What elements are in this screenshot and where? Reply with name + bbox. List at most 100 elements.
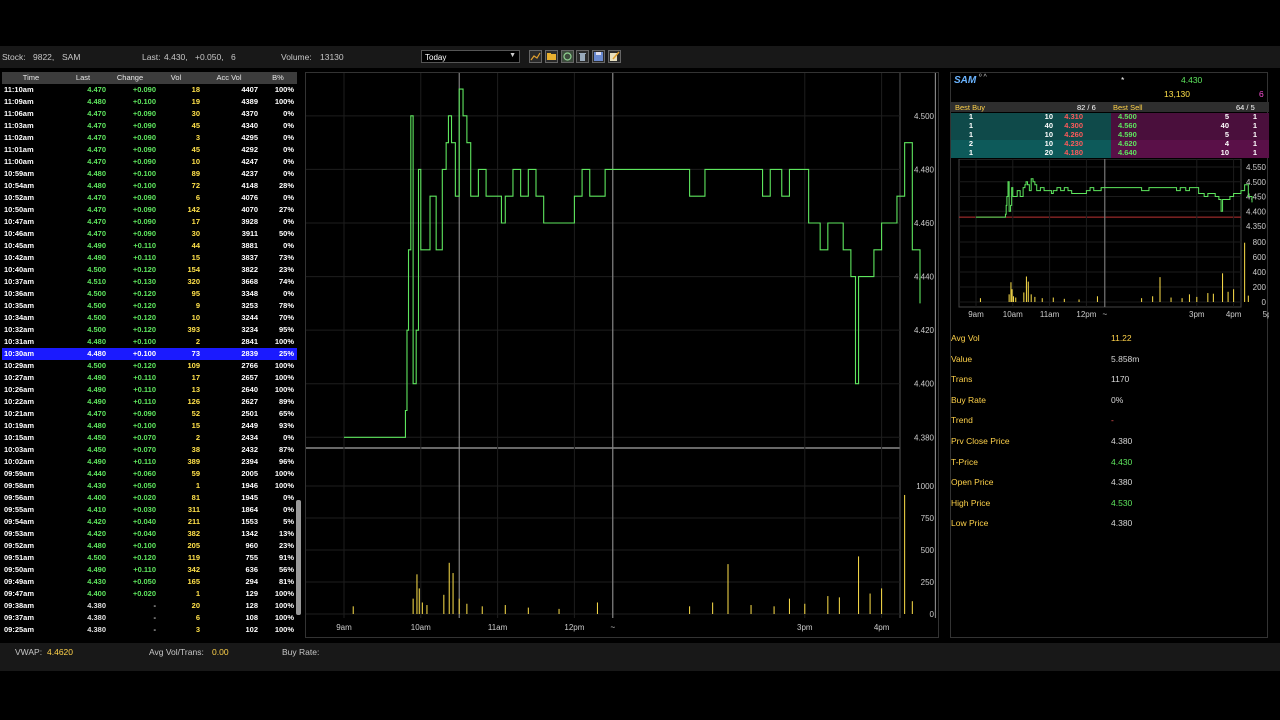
table-row[interactable]: 10:37am 4.510 +0.130 320 3668 74% xyxy=(2,276,297,288)
col-change-header[interactable]: Change xyxy=(106,72,154,84)
edit-icon[interactable] xyxy=(608,50,621,63)
table-row[interactable]: 10:31am 4.480 +0.100 2 2841 100% xyxy=(2,336,297,348)
trade-time: 10:26am xyxy=(4,385,35,394)
table-row[interactable]: 10:02am 4.490 +0.110 389 2394 96% xyxy=(2,456,297,468)
trade-last: 4.430 xyxy=(87,481,106,490)
table-row[interactable]: 10:32am 4.500 +0.120 393 3234 95% xyxy=(2,324,297,336)
table-row[interactable]: 09:49am 4.430 +0.050 165 294 81% xyxy=(2,576,297,588)
folder-icon[interactable] xyxy=(545,50,558,63)
trade-last: 4.400 xyxy=(87,493,106,502)
trade-change: +0.120 xyxy=(132,553,156,562)
trade-buy-percent: 0% xyxy=(283,193,294,202)
col-buy-percent-header[interactable]: B% xyxy=(260,72,296,84)
trade-buy-percent: 0% xyxy=(283,169,294,178)
trade-vol: 311 xyxy=(187,505,200,514)
table-row[interactable]: 11:10am 4.470 +0.090 18 4407 100% xyxy=(2,84,297,96)
indicator-icon[interactable] xyxy=(561,50,574,63)
table-row[interactable]: 09:55am 4.410 +0.030 311 1864 0% xyxy=(2,504,297,516)
col-vol-header[interactable]: Vol xyxy=(154,72,198,84)
table-row[interactable]: 10:52am 4.470 +0.090 6 4076 0% xyxy=(2,192,297,204)
trash-icon[interactable] xyxy=(576,50,589,63)
bid-row[interactable] xyxy=(951,149,1111,158)
table-row[interactable]: 10:59am 4.480 +0.100 89 4237 0% xyxy=(2,168,297,180)
table-row[interactable]: 10:50am 4.470 +0.090 142 4070 27% xyxy=(2,204,297,216)
table-row[interactable]: 09:50am 4.490 +0.110 342 636 56% xyxy=(2,564,297,576)
table-row[interactable]: 10:47am 4.470 +0.090 17 3928 0% xyxy=(2,216,297,228)
mini-time-tick-label: 11am xyxy=(1040,310,1060,319)
col-accvol-header[interactable]: Acc Vol xyxy=(198,72,260,84)
trade-accvol: 2432 xyxy=(241,445,258,454)
chevron-down-icon: ▼ xyxy=(509,52,516,59)
table-row[interactable]: 10:27am 4.490 +0.110 17 2657 100% xyxy=(2,372,297,384)
bid-row[interactable] xyxy=(951,122,1111,131)
trade-change: +0.090 xyxy=(132,133,156,142)
quote-count: 6 xyxy=(1259,89,1264,99)
table-row[interactable]: 10:03am 4.450 +0.070 38 2432 87% xyxy=(2,444,297,456)
trade-vol: 389 xyxy=(187,457,200,466)
col-last-header[interactable]: Last xyxy=(60,72,106,84)
table-row[interactable]: 09:52am 4.480 +0.100 205 960 23% xyxy=(2,540,297,552)
trade-time: 10:42am xyxy=(4,253,35,262)
trade-change: +0.030 xyxy=(132,505,156,514)
last-label: Last: xyxy=(142,52,161,62)
table-row[interactable]: 09:51am 4.500 +0.120 119 755 91% xyxy=(2,552,297,564)
bid-row[interactable] xyxy=(951,113,1111,122)
trade-time: 11:01am xyxy=(4,145,34,154)
trade-accvol: 1864 xyxy=(241,505,258,514)
table-row[interactable]: 11:03am 4.470 +0.090 45 4340 0% xyxy=(2,120,297,132)
table-row[interactable]: 10:46am 4.470 +0.090 30 3911 50% xyxy=(2,228,297,240)
table-row[interactable]: 11:00am 4.470 +0.090 10 4247 0% xyxy=(2,156,297,168)
table-row[interactable]: 09:37am 4.380 - 6 108 100% xyxy=(2,612,297,624)
trade-change: - xyxy=(153,613,157,622)
table-row[interactable]: 09:38am 4.380 - 20 128 100% xyxy=(2,600,297,612)
trade-accvol: 1342 xyxy=(241,529,258,538)
volume-tick-label: 250 xyxy=(921,578,935,587)
bid-price: 4.310 xyxy=(1064,112,1083,121)
table-row[interactable]: 11:06am 4.470 +0.090 30 4370 0% xyxy=(2,108,297,120)
price-tick-label: 4.380 xyxy=(914,433,935,442)
table-row[interactable]: 09:54am 4.420 +0.040 211 1553 5% xyxy=(2,516,297,528)
table-row[interactable]: 10:40am 4.500 +0.120 154 3822 23% xyxy=(2,264,297,276)
table-row[interactable]: 10:35am 4.500 +0.120 9 3253 78% xyxy=(2,300,297,312)
table-row[interactable]: 10:34am 4.500 +0.120 10 3244 70% xyxy=(2,312,297,324)
table-row[interactable]: 10:15am 4.450 +0.070 2 2434 0% xyxy=(2,432,297,444)
table-row[interactable]: 09:47am 4.400 +0.020 1 129 100% xyxy=(2,588,297,600)
trade-time: 11:00am xyxy=(4,157,34,166)
bid-row[interactable] xyxy=(951,131,1111,140)
table-row[interactable]: 10:21am 4.470 +0.090 52 2501 65% xyxy=(2,408,297,420)
save-icon[interactable] xyxy=(592,50,605,63)
table-row[interactable]: 10:22am 4.490 +0.110 126 2627 89% xyxy=(2,396,297,408)
bid-row[interactable] xyxy=(951,140,1111,149)
trade-last: 4.480 xyxy=(87,349,106,358)
price-tick-label: 4.480 xyxy=(914,165,935,174)
table-row[interactable]: 10:30am 4.480 +0.100 73 2839 25% xyxy=(2,348,297,360)
trade-accvol: 4247 xyxy=(241,157,258,166)
table-row[interactable]: 11:02am 4.470 +0.090 3 4295 0% xyxy=(2,132,297,144)
col-time-header[interactable]: Time xyxy=(2,72,60,84)
trade-buy-percent: 23% xyxy=(278,541,294,550)
table-row[interactable]: 09:53am 4.420 +0.040 382 1342 13% xyxy=(2,528,297,540)
trade-change: +0.100 xyxy=(132,337,156,346)
table-row[interactable]: 09:59am 4.440 +0.060 59 2005 100% xyxy=(2,468,297,480)
trade-buy-percent: 0% xyxy=(283,505,294,514)
table-row[interactable]: 09:25am 4.380 - 3 102 100% xyxy=(2,624,297,636)
table-row[interactable]: 10:54am 4.480 +0.100 72 4148 28% xyxy=(2,180,297,192)
table-row[interactable]: 09:58am 4.430 +0.050 1 1946 100% xyxy=(2,480,297,492)
table-row[interactable]: 09:56am 4.400 +0.020 81 1945 0% xyxy=(2,492,297,504)
table-row[interactable]: 10:19am 4.480 +0.100 15 2449 93% xyxy=(2,420,297,432)
table-row[interactable]: 10:45am 4.490 +0.110 44 3881 0% xyxy=(2,240,297,252)
chart-style-icon[interactable] xyxy=(529,50,542,63)
trade-log-rows: 11:10am 4.470 +0.090 18 4407 100% 11:09am 4.480… xyxy=(2,84,297,636)
table-row[interactable]: 10:36am 4.500 +0.120 95 3348 0% xyxy=(2,288,297,300)
time-tick-label: 10am xyxy=(411,623,431,632)
table-row[interactable]: 11:01am 4.470 +0.090 45 4292 0% xyxy=(2,144,297,156)
table-row[interactable]: 10:29am 4.500 +0.120 109 2766 100% xyxy=(2,360,297,372)
period-select[interactable]: Today ▼ xyxy=(421,50,520,63)
table-row[interactable]: 10:26am 4.490 +0.110 13 2640 100% xyxy=(2,384,297,396)
trade-vol: 30 xyxy=(191,109,200,118)
trade-last: 4.470 xyxy=(87,193,106,202)
table-row[interactable]: 10:42am 4.490 +0.110 15 3837 73% xyxy=(2,252,297,264)
trade-log-scrollbar[interactable] xyxy=(296,500,301,615)
table-row[interactable]: 11:09am 4.480 +0.100 19 4389 100% xyxy=(2,96,297,108)
trade-vol: 142 xyxy=(187,205,200,214)
